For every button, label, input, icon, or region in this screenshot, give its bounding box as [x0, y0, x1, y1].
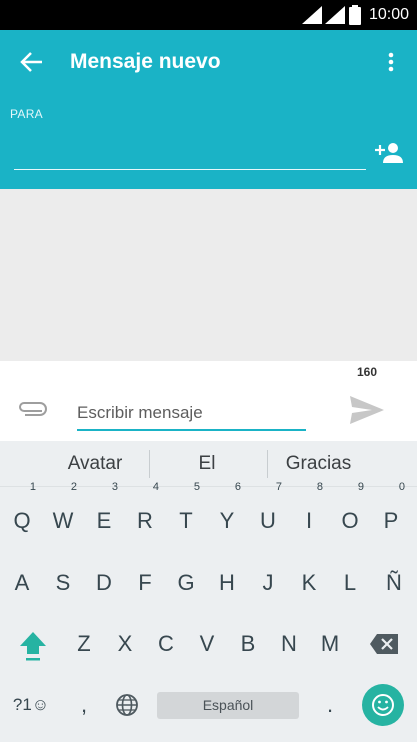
key-q[interactable]: Q1: [2, 481, 42, 547]
suggestion-item[interactable]: El: [152, 441, 262, 487]
globe-icon: [116, 694, 138, 716]
char-counter: 160: [356, 365, 377, 379]
key-r[interactable]: R4: [125, 481, 165, 547]
key-x[interactable]: X: [105, 618, 145, 670]
key-l[interactable]: L: [330, 557, 370, 609]
compose-bar: 160: [0, 361, 417, 441]
period-key[interactable]: .: [310, 679, 350, 731]
suggestion-strip: Avatar El Gracias: [0, 441, 417, 487]
key-n[interactable]: N: [269, 618, 309, 670]
suggestion-divider: [149, 450, 150, 478]
arrow-left-icon: [20, 52, 42, 72]
more-vert-icon: [388, 52, 394, 72]
key-n-tilde[interactable]: Ñ: [371, 557, 417, 609]
emoji-button[interactable]: [362, 684, 404, 726]
recipient-input[interactable]: [14, 140, 366, 170]
suggestion-item[interactable]: Avatar: [40, 441, 150, 487]
key-j[interactable]: J: [248, 557, 288, 609]
signal-icon: [325, 6, 345, 24]
send-button[interactable]: [346, 392, 386, 428]
key-e[interactable]: E3: [84, 481, 124, 547]
status-time: 10:00: [368, 6, 409, 23]
key-p[interactable]: P0: [371, 481, 411, 547]
symbols-key[interactable]: ?1☺: [4, 679, 58, 731]
shift-key[interactable]: [10, 618, 56, 670]
suggestion-divider: [267, 450, 268, 478]
message-input[interactable]: [77, 397, 306, 431]
more-options-button[interactable]: [381, 50, 401, 76]
key-o[interactable]: O9: [330, 481, 370, 547]
page-title: Mensaje nuevo: [70, 50, 221, 73]
key-k[interactable]: K: [289, 557, 329, 609]
language-key[interactable]: [107, 679, 147, 731]
backspace-icon: [370, 634, 398, 654]
key-s[interactable]: S: [43, 557, 83, 609]
battery-icon: [349, 5, 361, 25]
key-b[interactable]: B: [228, 618, 268, 670]
key-h[interactable]: H: [207, 557, 247, 609]
message-list: [0, 189, 417, 361]
key-i[interactable]: I8: [289, 481, 329, 547]
to-label: PARA: [10, 107, 43, 121]
key-a[interactable]: A: [2, 557, 42, 609]
space-bar[interactable]: Español: [157, 692, 299, 719]
key-d[interactable]: D: [84, 557, 124, 609]
send-icon: [350, 396, 384, 424]
key-c[interactable]: C: [146, 618, 186, 670]
key-z[interactable]: Z: [64, 618, 104, 670]
attach-button[interactable]: [16, 399, 48, 421]
backspace-key[interactable]: [362, 618, 406, 670]
smiley-icon: [372, 694, 394, 716]
shift-arrow-icon: [20, 632, 46, 661]
add-contact-button[interactable]: [372, 140, 404, 166]
key-w[interactable]: W2: [43, 481, 83, 547]
person-add-icon: [375, 143, 403, 163]
key-y[interactable]: Y6: [207, 481, 247, 547]
key-g[interactable]: G: [166, 557, 206, 609]
key-u[interactable]: U7: [248, 481, 288, 547]
wifi-icon: [302, 6, 322, 24]
comma-key[interactable]: ,: [64, 679, 104, 731]
key-f[interactable]: F: [125, 557, 165, 609]
attachment-icon: [19, 402, 47, 416]
app-bar: Mensaje nuevo PARA: [0, 30, 417, 189]
keyboard: Q1 W2 E3 R4 T5 Y6 U7 I8 O9 P0 A S D F G …: [0, 481, 417, 742]
key-t[interactable]: T5: [166, 481, 206, 547]
status-bar: 10:00: [0, 0, 417, 30]
back-button[interactable]: [18, 50, 48, 74]
key-v[interactable]: V: [187, 618, 227, 670]
key-m[interactable]: M: [310, 618, 350, 670]
